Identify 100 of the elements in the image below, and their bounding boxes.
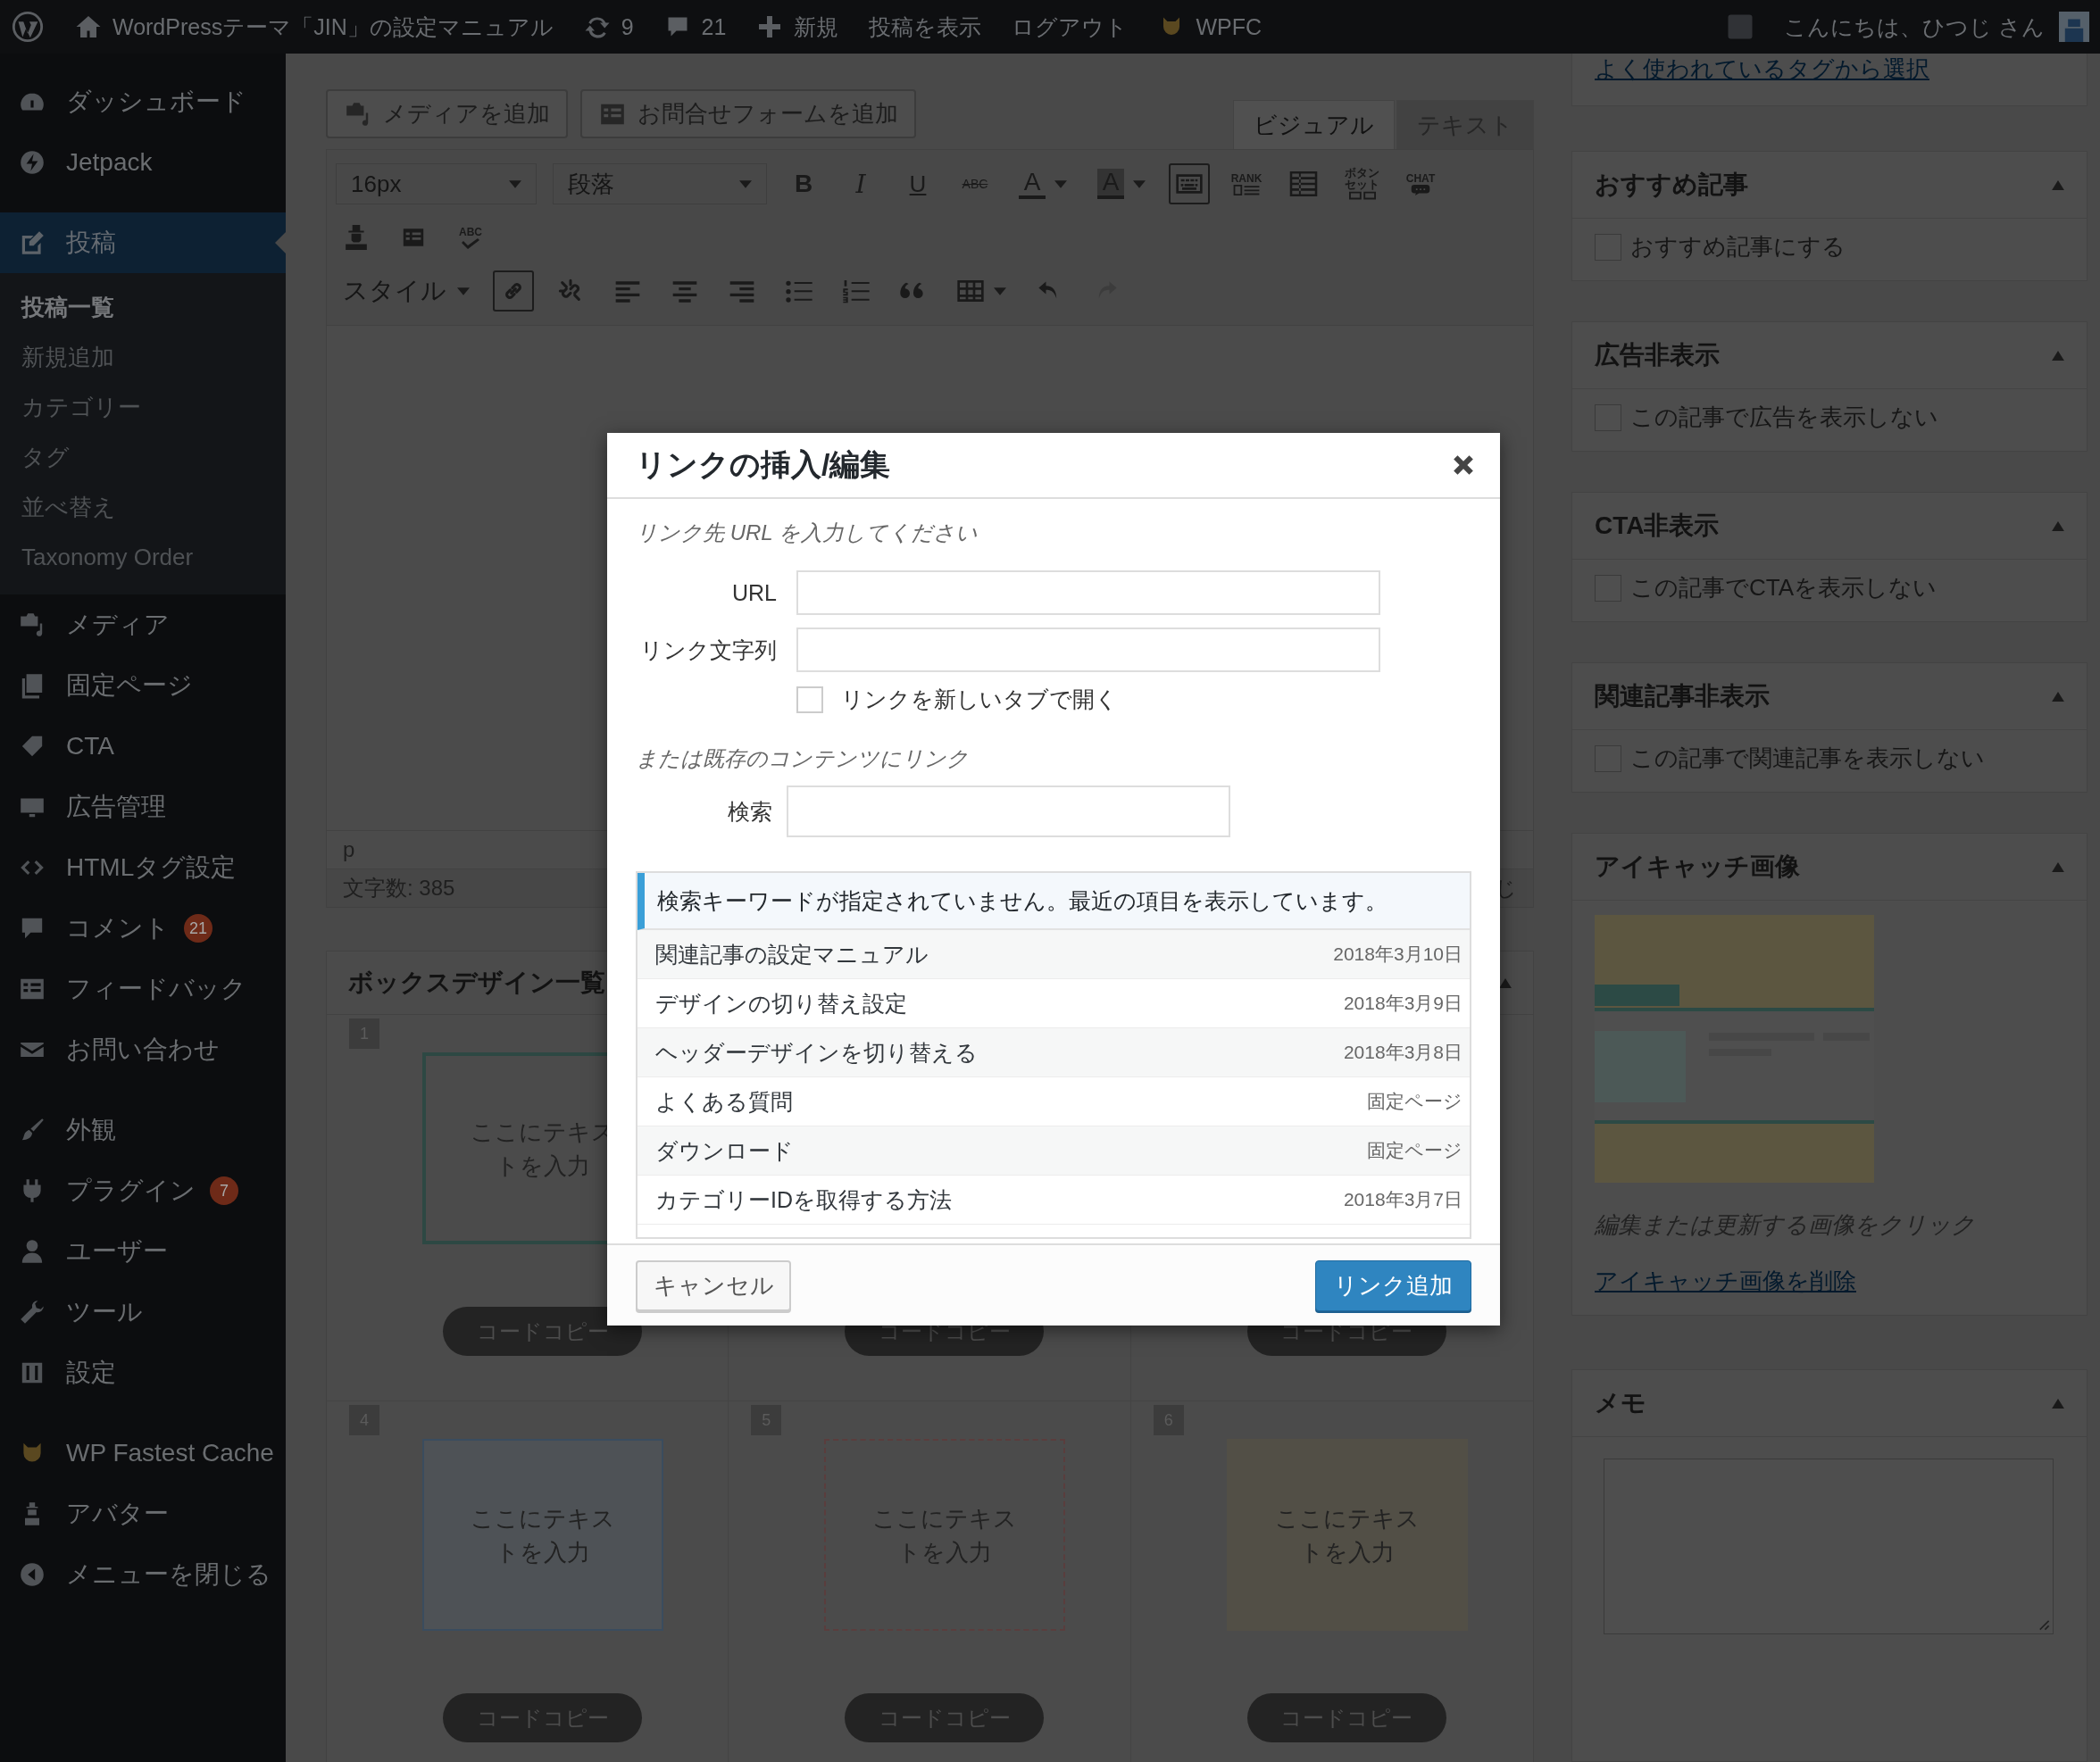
result-info: 2018年3月10日 [1333, 943, 1462, 966]
remove-image-link[interactable]: アイキャッチ画像を削除 [1595, 1267, 1856, 1295]
menu-item[interactable]: ダッシュボード [0, 71, 286, 132]
caret-icon [994, 287, 1006, 295]
submenu-item[interactable]: カテゴリー [0, 382, 286, 432]
collapse-toggle-icon[interactable] [2052, 179, 2064, 190]
collapse-toggle-icon[interactable] [2052, 691, 2064, 702]
lightning-icon [18, 148, 46, 177]
submenu-item[interactable]: 投稿一覧 [0, 282, 286, 332]
collapse-toggle-icon[interactable] [1499, 977, 1512, 988]
submenu-item[interactable]: 並べ替え [0, 482, 286, 532]
editor-tab[interactable]: ビジュアル [1233, 100, 1395, 149]
menu-item[interactable]: アバター [0, 1484, 286, 1544]
menu-item[interactable]: 広告管理 [0, 777, 286, 837]
table-icon [1289, 171, 1318, 196]
pointer-notch [275, 232, 286, 253]
panel-title: CTA非表示 [1595, 511, 1720, 542]
collapse-toggle-icon[interactable] [2052, 350, 2064, 361]
field-label: URL [731, 579, 777, 606]
align-right-icon [728, 278, 756, 303]
existing-content-hint: または既存のコンテンツにリンク [636, 745, 970, 772]
panel-title: アイキャッチ画像 [1595, 852, 1800, 883]
collapse-toggle-icon[interactable] [2052, 520, 2064, 531]
panel-title: 関連記事非表示 [1595, 681, 1770, 712]
result-title: ヘッダーデザインを切り替える [655, 1038, 978, 1067]
submenu-item[interactable]: 新規追加 [0, 332, 286, 382]
result-title: カテゴリーIDを取得する方法 [655, 1185, 952, 1214]
menu-item[interactable]: メディア [0, 594, 286, 655]
result-item[interactable]: ヘッダーデザインを切り替える 2018年3月8日 [638, 1028, 1470, 1077]
greeting-link[interactable]: こんにちは、ひつじ さん [1784, 12, 2045, 42]
logout-link[interactable]: ログアウト [1012, 12, 1129, 42]
menu-item[interactable]: フィードバック [0, 959, 286, 1019]
result-item[interactable]: ダウンロード 固定ページ [638, 1126, 1470, 1176]
memo-field[interactable] [1604, 1459, 2054, 1635]
field-label: リンク文字列 [639, 636, 777, 664]
panel-title: 広告非表示 [1595, 340, 1720, 371]
wpfc-link[interactable]: WPFC [1158, 13, 1262, 40]
menu-item[interactable]: プラグイン 7 [0, 1160, 286, 1221]
align-center-icon [671, 278, 699, 303]
add-link-button[interactable]: リンク追加 [1315, 1259, 1471, 1311]
dialog-title: リンクの挿入/編集 [636, 446, 891, 483]
count-badge: 7 [210, 1176, 238, 1205]
menu-item[interactable]: Jetpack [0, 132, 286, 193]
panel-title: メモ [1595, 1388, 1646, 1419]
menu-item[interactable]: 固定ページ [0, 655, 286, 716]
result-info: 2018年3月7日 [1343, 1188, 1462, 1211]
collapse-toggle-icon[interactable] [2052, 1398, 2064, 1409]
resize-handle-icon[interactable] [2038, 1618, 2050, 1632]
align-left-icon [613, 278, 642, 303]
menu-item[interactable]: メニューを閉じる [0, 1544, 286, 1605]
menu-item[interactable]: WP Fastest Cache [0, 1423, 286, 1484]
list-icon [1233, 185, 1260, 195]
result-title: ダウンロード [655, 1136, 794, 1165]
choose-tags-link[interactable]: よく使われているタグから選択 [1595, 55, 1929, 82]
menu-item[interactable]: 外観 [0, 1100, 286, 1160]
new-link[interactable]: 新規 [756, 12, 839, 42]
keyboard-icon [1175, 171, 1204, 196]
submenu-item[interactable]: Taxonomy Order [0, 532, 286, 582]
result-title: 関連記事の設定マニュアル [655, 940, 929, 968]
panel-title: ボックスデザイン一覧 [348, 968, 605, 998]
cancel-button[interactable]: キャンセル [636, 1259, 791, 1311]
comments-link[interactable]: 21 [663, 13, 727, 40]
collapse-toggle-icon[interactable] [2052, 861, 2064, 872]
result-info: 固定ページ [1367, 1090, 1462, 1113]
close-icon [1452, 453, 1475, 477]
checkbox-label: リンクを新しいタブで開く [841, 686, 1118, 713]
menu-item[interactable]: CTA [0, 716, 286, 777]
keyboard-button[interactable] [1169, 163, 1210, 204]
result-info: 2018年3月9日 [1343, 992, 1462, 1015]
updates-link[interactable]: 9 [583, 13, 634, 40]
menu-item[interactable]: お問い合わせ [0, 1019, 286, 1080]
link-text-field[interactable] [796, 628, 1380, 672]
url-field[interactable] [796, 570, 1380, 615]
menu-item[interactable]: ツール [0, 1282, 286, 1342]
submenu-item[interactable]: タグ [0, 432, 286, 482]
two-boxes-icon [1348, 190, 1376, 201]
menu-item[interactable]: 投稿 [0, 212, 286, 273]
notice-message: 検索キーワードが指定されていません。最近の項目を表示しています。 [638, 873, 1470, 930]
wordpress-logo-icon[interactable] [11, 10, 45, 44]
site-title-link[interactable]: WordPressテーマ「JIN」の設定マニュアル [75, 12, 554, 42]
caret-icon [1054, 179, 1068, 188]
result-info: 2018年3月8日 [1343, 1041, 1462, 1064]
caret-icon [457, 287, 470, 295]
table-icon [956, 278, 985, 303]
numbered-list-icon [842, 278, 871, 303]
caret-icon [509, 179, 521, 188]
menu-item[interactable]: コメント 21 [0, 898, 286, 959]
result-item[interactable]: 関連記事の設定マニュアル 2018年3月10日 [638, 930, 1470, 979]
result-info: 固定ページ [1367, 1139, 1462, 1162]
view-post-link[interactable]: 投稿を表示 [869, 12, 982, 42]
search-field[interactable] [787, 785, 1230, 837]
menu-item[interactable]: HTMLタグ設定 [0, 837, 286, 898]
result-title: よくある質問 [655, 1087, 793, 1116]
menu-item[interactable]: 設定 [0, 1342, 286, 1403]
menu-item[interactable]: ユーザー [0, 1221, 286, 1282]
avatar-icon[interactable] [2059, 12, 2089, 42]
bullet-list-icon [785, 278, 813, 303]
home-icon [75, 13, 102, 40]
result-title: デザインの切り替え設定 [655, 989, 907, 1018]
link-button[interactable] [493, 270, 534, 312]
